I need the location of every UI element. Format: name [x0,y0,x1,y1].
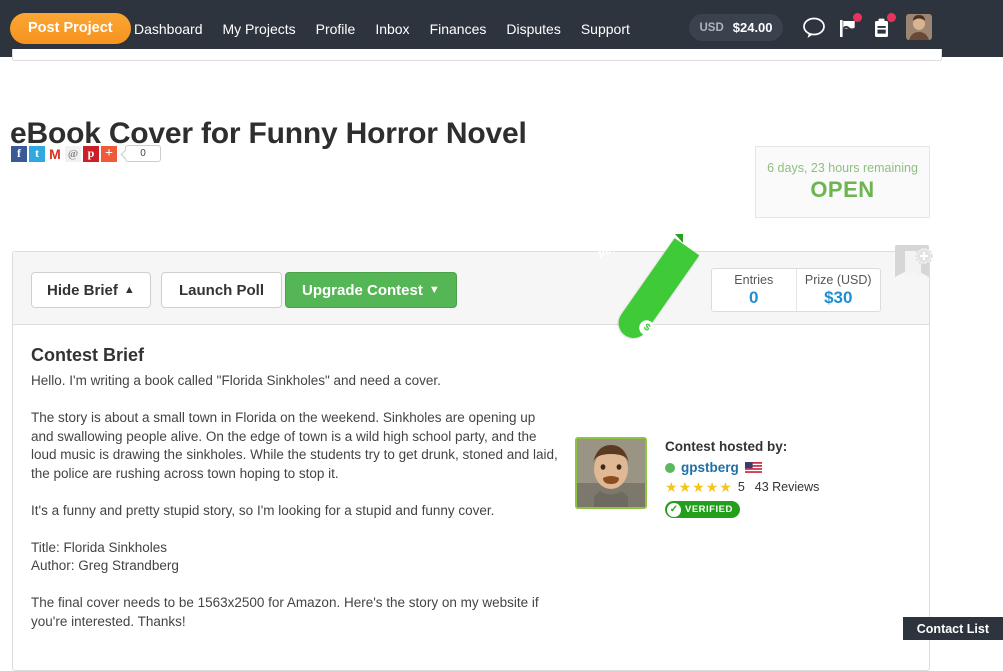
social-share-row: f t M @ p + 0 [11,145,161,162]
star-icon: ★ [692,480,705,494]
verified-label: VERIFIED [685,504,733,515]
balance-amount-label: $24.00 [733,20,773,35]
star-icon: ★ [665,480,678,494]
verified-badge: ✓ VERIFIED [665,501,740,518]
upgrade-contest-label: Upgrade Contest [302,282,423,299]
host-avatar[interactable] [575,437,647,509]
host-username-link[interactable]: gpstberg [681,460,739,475]
hosted-by-label: Contest hosted by: [665,437,819,456]
nav-link-profile[interactable]: Profile [306,21,366,37]
reddit-share-button[interactable]: @ [65,146,81,162]
facebook-share-button[interactable]: f [11,146,27,162]
account-balance-pill[interactable]: USD $24.00 [689,14,783,41]
chevron-down-icon: ▼ [429,285,440,296]
twitter-share-button[interactable]: t [29,146,45,162]
guaranteed-ribbon-label: Guaranteed [573,211,685,276]
nav-link-support[interactable]: Support [571,21,640,37]
nav-link-dashboard[interactable]: Dashboard [124,21,213,37]
launch-poll-button[interactable]: Launch Poll [161,272,282,308]
contest-stats-box: Entries 0 Prize (USD) $30 [711,268,881,312]
stat-prize: Prize (USD) $30 [796,269,881,311]
star-rating-icons: ★ ★ ★ ★ ★ [665,480,732,494]
ribbon-fold-shadow [675,234,683,243]
contest-brief-body: Contest Brief Hello. I'm writing a book … [13,325,929,651]
nav-link-inbox[interactable]: Inbox [365,21,419,37]
partial-panel-edge [12,49,942,61]
user-avatar-nav[interactable] [906,14,932,40]
stat-prize-label: Prize (USD) [805,273,872,288]
flag-icon[interactable] [834,14,862,42]
reviews-count-link[interactable]: 43 Reviews [755,480,820,494]
host-rating-row: ★ ★ ★ ★ ★ 5 43 Reviews [665,480,819,494]
stat-entries-value: 0 [749,288,758,307]
more-share-button[interactable]: + [101,146,117,162]
check-icon: ✓ [667,503,681,517]
hide-brief-button[interactable]: Hide Brief ▲ [31,272,151,308]
balance-currency-label: USD [699,22,723,34]
post-project-button[interactable]: Post Project [10,13,131,44]
contest-brief-text: Hello. I'm writing a book called "Florid… [31,372,561,631]
nav-link-finances[interactable]: Finances [420,21,497,37]
pinterest-share-button[interactable]: p [83,146,99,162]
clipboard-notification-badge [887,13,896,22]
online-status-icon [665,463,675,473]
host-info: Contest hosted by: gpstberg [665,437,819,518]
star-icon: ★ [706,480,719,494]
contest-brief-heading: Contest Brief [31,345,911,366]
contest-main-panel: Hide Brief ▲ Launch Poll Upgrade Contest… [12,251,930,671]
launch-poll-label: Launch Poll [179,282,264,299]
upgrade-contest-button[interactable]: Upgrade Contest ▼ [285,272,457,308]
clipboard-icon[interactable] [868,14,896,42]
chevron-up-icon: ▲ [124,285,135,296]
share-count-bubble[interactable]: 0 [125,145,161,162]
flag-notification-badge [853,13,862,22]
host-name-row: gpstberg [665,460,819,475]
bookmark-add-icon[interactable] [893,245,937,291]
contact-list-tab[interactable]: Contact List [903,617,1003,640]
nav-link-disputes[interactable]: Disputes [496,21,570,37]
contest-toolbar: Hide Brief ▲ Launch Poll Upgrade Contest… [13,252,929,325]
contest-status-box: 6 days, 23 hours remaining OPEN [755,146,930,218]
rating-value: 5 [738,480,745,494]
us-flag-icon [745,462,762,473]
stat-entries: Entries 0 [712,269,796,311]
nav-link-my-projects[interactable]: My Projects [213,21,306,37]
chat-bubble-icon[interactable] [800,14,828,42]
time-remaining-label: 6 days, 23 hours remaining [767,161,918,175]
status-badge: OPEN [810,177,874,203]
star-icon: ★ [679,480,692,494]
gmail-share-button[interactable]: M [47,146,63,162]
stat-prize-value: $30 [824,288,852,307]
hide-brief-label: Hide Brief [47,282,118,299]
star-icon: ★ [719,480,732,494]
stat-entries-label: Entries [734,273,773,288]
